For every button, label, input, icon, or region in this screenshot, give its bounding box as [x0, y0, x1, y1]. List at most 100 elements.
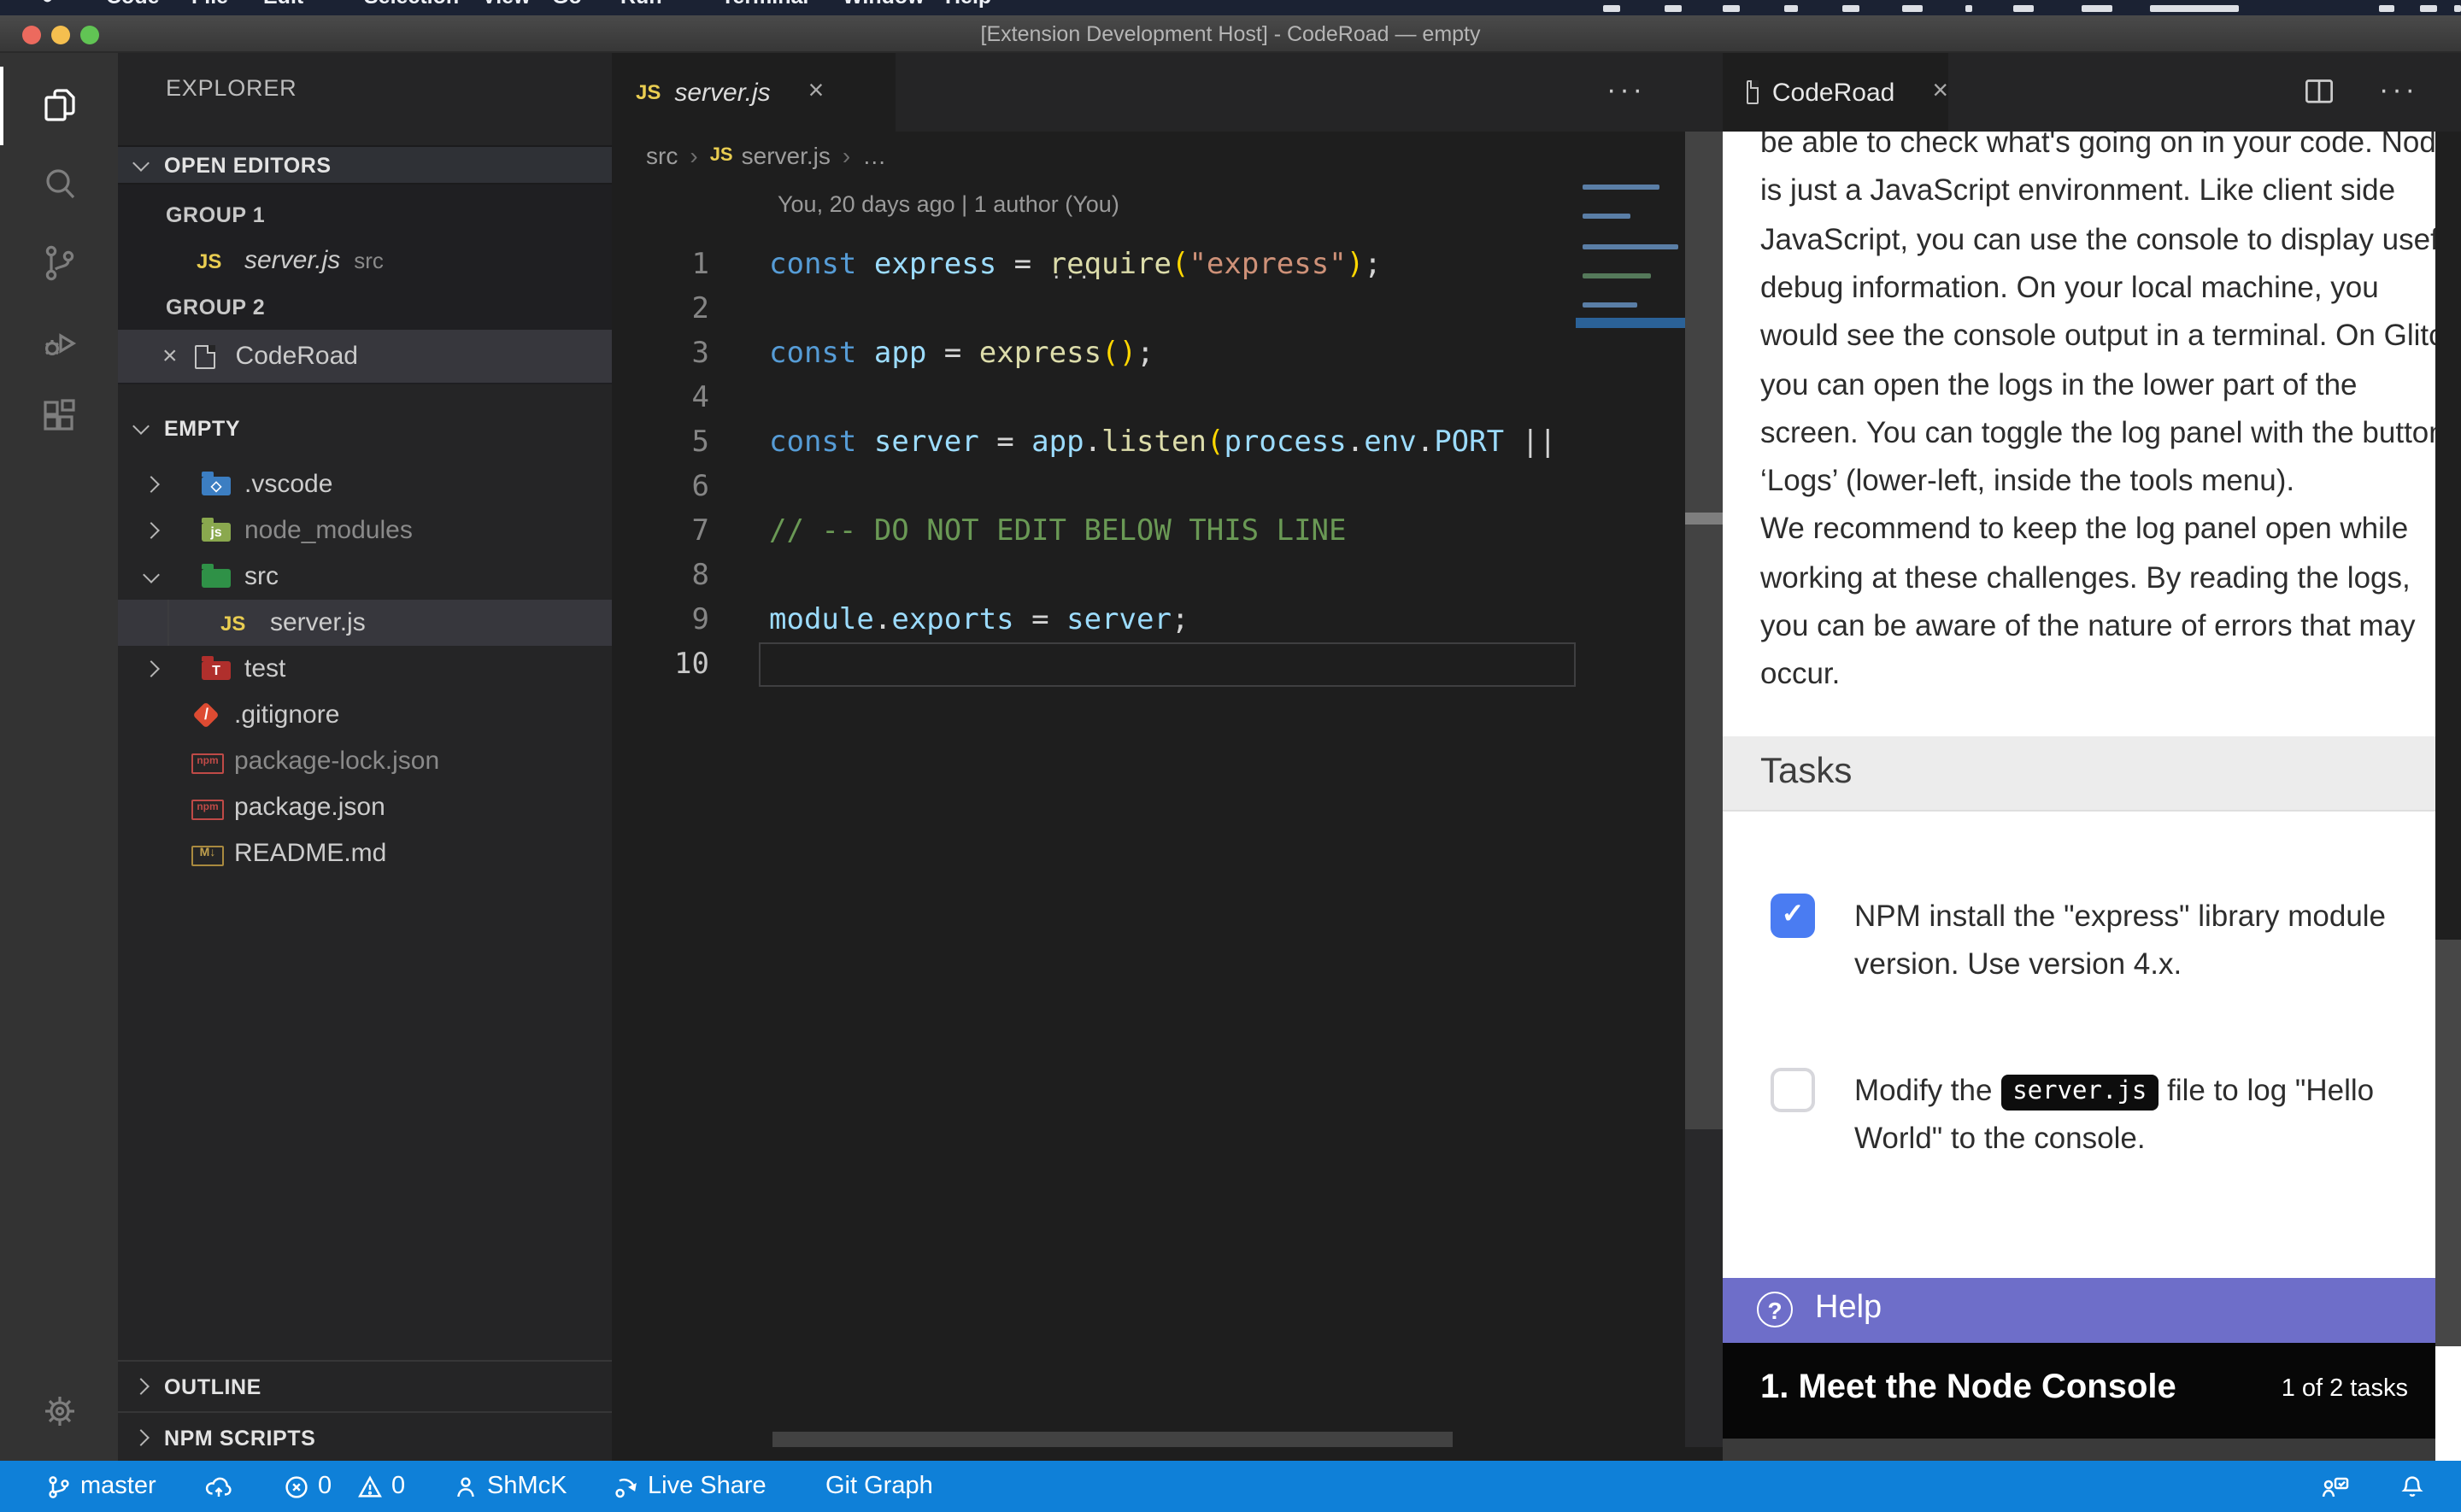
status-shmck[interactable]: ShMcK: [453, 1461, 567, 1512]
panel-resize-sash[interactable]: [1685, 53, 1723, 1461]
status-git-graph[interactable]: Git Graph: [825, 1461, 933, 1512]
open-editor-item[interactable]: ×CodeRoad: [118, 330, 612, 383]
code-line-3[interactable]: 3const app = express();: [612, 331, 1685, 376]
footer-spacer: [1723, 1439, 2435, 1461]
run-debug-icon[interactable]: [0, 304, 118, 383]
menu-go[interactable]: Go: [552, 0, 582, 9]
open-editors-header[interactable]: OPEN EDITORS: [118, 145, 612, 185]
tree-item-test[interactable]: Ttest: [118, 646, 612, 692]
menu-selection[interactable]: Selection: [364, 0, 459, 9]
webview-scrollbar-track[interactable]: [2435, 132, 2461, 940]
breadcrumb-file[interactable]: server.js: [742, 142, 831, 169]
gitlens-blame-codelens[interactable]: You, 20 days ago | 1 author (You): [778, 191, 1119, 217]
code-line-8[interactable]: 8: [612, 554, 1685, 598]
tutorial-text-line: working at these challenges. By reading …: [1760, 560, 2411, 595]
tutorial-text-line: be able to check what's going on in your…: [1760, 132, 2452, 161]
chevron-right-icon: ›: [690, 142, 697, 169]
section-header-npm-scripts[interactable]: NPM SCRIPTS: [118, 1411, 612, 1461]
apple-menu-icon[interactable]: ●: [41, 0, 54, 9]
panel-actions-more-icon[interactable]: ···: [2379, 73, 2418, 108]
person-icon: [453, 1474, 479, 1499]
task-checkbox-unchecked[interactable]: [1771, 1068, 1815, 1112]
close-tab-icon[interactable]: ×: [808, 77, 825, 108]
js-file-icon: JS: [710, 145, 733, 166]
menu-terminal[interactable]: Terminal: [721, 0, 808, 9]
breadcrumb-src[interactable]: src: [646, 142, 678, 169]
editor-actions-more-icon[interactable]: ···: [1606, 73, 1646, 108]
tree-item-package-lock-json[interactable]: package-lock.json: [118, 738, 612, 784]
scrollbar-thumb[interactable]: [1685, 513, 1723, 525]
vscode-window: Code File Edit Selection View Go Run Terminal Wi…: [0, 0, 2461, 1512]
sidebar-title: EXPLORER: [166, 75, 297, 101]
close-tab-icon[interactable]: ×: [1932, 77, 1948, 108]
section-header-outline[interactable]: OUTLINE: [118, 1360, 612, 1411]
menu-edit[interactable]: Edit: [263, 0, 303, 9]
tutorial-text-line: would see the console output in a termin…: [1760, 318, 2460, 354]
settings-gear-icon[interactable]: [0, 1372, 118, 1450]
source-control-icon[interactable]: [0, 224, 118, 302]
code-line-4[interactable]: 4: [612, 376, 1685, 420]
tree-item-node-modules[interactable]: jsnode_modules: [118, 507, 612, 554]
breadcrumb-symbol[interactable]: …: [862, 142, 886, 169]
tree-item-readme-md[interactable]: README.md: [118, 830, 612, 876]
webview-scrollbar-thumb[interactable]: [2435, 940, 2461, 1346]
status-0[interactable]: 0: [284, 1461, 332, 1512]
tab-server-js[interactable]: JS server.js ×: [612, 53, 896, 132]
menu-help[interactable]: Help: [945, 0, 991, 9]
status-live-share[interactable]: Live Share: [612, 1461, 766, 1512]
status-feedback[interactable]: [2321, 1461, 2350, 1512]
workspace-folder-header[interactable]: EMPTY: [118, 405, 612, 451]
tree-item--vscode[interactable]: ◇.vscode: [118, 461, 612, 507]
menu-run[interactable]: Run: [620, 0, 662, 9]
code-line-2[interactable]: 2: [612, 287, 1685, 331]
minimap[interactable]: [1576, 179, 1685, 401]
menubar-status-icon: [1723, 5, 1740, 12]
status-master[interactable]: master: [46, 1461, 156, 1512]
help-bar[interactable]: ? Help: [1723, 1278, 2435, 1343]
node-folder-icon: js: [202, 519, 232, 542]
chevron-down-icon: [132, 154, 150, 171]
task-checkbox-checked[interactable]: ✓: [1771, 894, 1815, 938]
tree-item--gitignore[interactable]: .gitignore: [118, 692, 612, 738]
code-line-7[interactable]: 7// -- DO NOT EDIT BELOW THIS LINE: [612, 509, 1685, 554]
code-line-1[interactable]: 1const express = require("express");: [612, 243, 1685, 287]
tree-item-server-js[interactable]: JSserver.js: [118, 600, 612, 646]
menubar-status-icon: [1784, 5, 1798, 12]
tree-item-package-json[interactable]: package.json: [118, 784, 612, 830]
vscode-folder-icon: ◇: [202, 472, 232, 496]
code-line-9[interactable]: 9module.exports = server;: [612, 598, 1685, 642]
chevron-down-icon: [143, 566, 160, 583]
menubar-status-icon: [2420, 5, 2437, 12]
search-icon[interactable]: [0, 145, 118, 224]
code-line-5[interactable]: 5const server = app.listen(process.env.P…: [612, 420, 1685, 465]
horizontal-scrollbar[interactable]: [772, 1432, 1453, 1447]
breadcrumb[interactable]: src › JS server.js › …: [612, 132, 1685, 179]
level-footer[interactable]: 1. Meet the Node Console 1 of 2 tasks: [1723, 1343, 2435, 1439]
menu-window[interactable]: Window: [843, 0, 925, 9]
close-editor-icon[interactable]: ×: [162, 342, 178, 371]
extensions-icon[interactable]: [0, 378, 118, 456]
menu-code[interactable]: Code: [106, 0, 160, 9]
status-bell[interactable]: [2399, 1461, 2425, 1512]
explorer-icon[interactable]: [0, 67, 118, 145]
split-editor-icon[interactable]: [2304, 77, 2335, 116]
tab-coderoad[interactable]: CodeRoad ×: [1723, 53, 1948, 132]
chevron-right-icon: [143, 522, 160, 539]
test-folder-icon: T: [202, 657, 232, 681]
window-title-bar[interactable]: [Extension Development Host] - CodeRoad …: [0, 15, 2461, 53]
menu-file[interactable]: File: [191, 0, 228, 9]
status-cloud[interactable]: [205, 1461, 232, 1512]
status-0[interactable]: 0: [357, 1461, 405, 1512]
open-editor-item[interactable]: JSserver.jssrc: [118, 237, 612, 284]
tutorial-text-line: We recommend to keep the log panel open …: [1760, 512, 2408, 548]
explorer-sidebar: EXPLORER OPEN EDITORS GROUP 1JSserver.js…: [118, 53, 612, 1461]
chevron-down-icon: [132, 417, 150, 434]
code-line-6[interactable]: 6: [612, 465, 1685, 509]
scrollbar-track[interactable]: [1685, 132, 1723, 1129]
tree-item-src[interactable]: src: [118, 554, 612, 600]
bell-icon: [2399, 1474, 2425, 1499]
menu-view[interactable]: View: [482, 0, 531, 9]
coderoad-webview: be able to check what's going on in your…: [1723, 132, 2461, 1461]
chevron-right-icon: [143, 476, 160, 493]
tutorial-text-line: you can be aware of the nature of errors…: [1760, 608, 2416, 644]
